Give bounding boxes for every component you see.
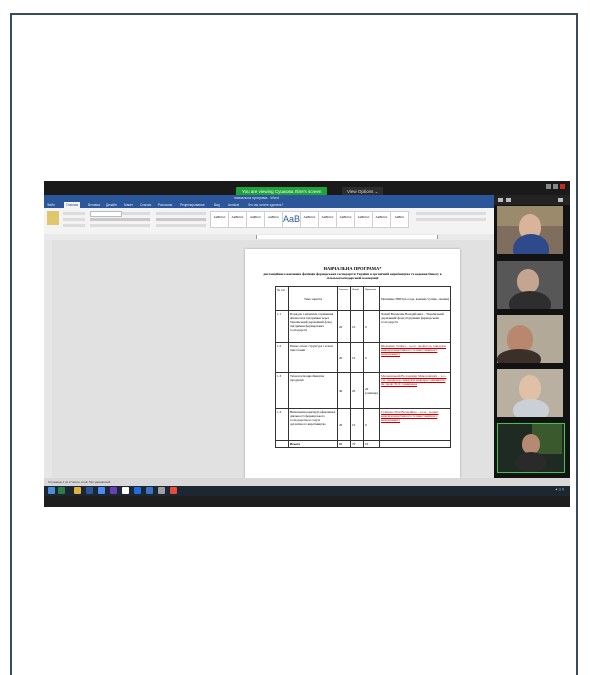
row-total: 20 bbox=[337, 342, 351, 373]
participant-video-tile[interactable] bbox=[497, 369, 563, 417]
search-icon[interactable] bbox=[58, 487, 65, 494]
acrobat-icon[interactable] bbox=[170, 487, 177, 494]
row-lectures: 70 bbox=[350, 440, 364, 448]
row-lectures: 20 bbox=[350, 372, 364, 409]
style-intense-emphasis[interactable]: AaBbCcl bbox=[354, 211, 373, 228]
row-num: 1.1 bbox=[275, 310, 289, 343]
row-total: 20 bbox=[337, 310, 351, 343]
row-topic: Всього bbox=[288, 440, 338, 448]
word-title-bar: навчальна програма - Word bbox=[44, 195, 494, 202]
row-total: 20 bbox=[337, 408, 351, 441]
row-topic: Бізнес-план: структура і етапи підготовк… bbox=[288, 342, 338, 373]
app-icon[interactable] bbox=[158, 487, 165, 494]
row-total: 80 bbox=[337, 440, 351, 448]
table-row: 1.4 Визначення критерії ефективної діяль… bbox=[275, 408, 451, 441]
grid-view-icon[interactable] bbox=[506, 198, 511, 202]
chrome-icon[interactable] bbox=[98, 487, 105, 494]
row-practical: 0 bbox=[362, 310, 381, 343]
app-icon[interactable] bbox=[122, 487, 129, 494]
zoom-window-controls[interactable] bbox=[546, 184, 566, 190]
zoom-top-bar: You are viewing Сушкова Ліля's screen Vi… bbox=[44, 181, 570, 196]
table-row: Всього 80 70 10 bbox=[275, 440, 451, 448]
zoom-app-icon[interactable] bbox=[134, 487, 141, 494]
teams-icon[interactable] bbox=[146, 487, 153, 494]
table-header-row: № з/п Тема заняття Загалом Лекції Практи… bbox=[275, 286, 451, 311]
viber-icon[interactable] bbox=[110, 487, 117, 494]
participant-video-tile[interactable] bbox=[497, 261, 563, 309]
style-strong[interactable]: AaBbCcl bbox=[372, 211, 391, 228]
zoom-participant-panel bbox=[494, 195, 570, 478]
status-text: Страница 1 из 2 Число слов: 511 украинск… bbox=[48, 480, 111, 484]
participant-video-tile[interactable] bbox=[497, 315, 563, 363]
row-practical: 10 bbox=[362, 440, 381, 448]
table-row: 1.3 Технологія виробництва продукції 40 … bbox=[275, 372, 451, 409]
row-practical: 0 bbox=[362, 342, 381, 373]
style-heading1[interactable]: AaBbCc bbox=[246, 211, 265, 228]
row-practical: 20 (семінар) bbox=[362, 372, 381, 409]
gallery-controls[interactable] bbox=[494, 195, 570, 205]
header-lectures: Лекції bbox=[350, 286, 364, 311]
row-num bbox=[275, 440, 289, 448]
table-row: 1.2 Бізнес-план: структура і етапи підго… bbox=[275, 342, 451, 373]
doc-heading: НАВЧАЛЬНА ПРОГРАМА* bbox=[323, 266, 382, 271]
screenshot-zoom-session: You are viewing Сушкова Ліля's screen Vi… bbox=[44, 181, 570, 507]
syllabus-table: № з/п Тема заняття Загалом Лекції Практи… bbox=[275, 286, 451, 448]
header-total: Загалом bbox=[337, 286, 351, 311]
row-practical: 0 bbox=[362, 408, 381, 441]
row-topic: Визначення критерії ефективної діяльност… bbox=[288, 408, 338, 441]
header-teacher: Прізвище НПП (посада, вчений ступінь, зв… bbox=[379, 286, 451, 311]
word-status-bar: Страница 1 из 2 Число слов: 511 украинск… bbox=[44, 478, 570, 486]
more-icon[interactable] bbox=[558, 198, 563, 202]
row-num: 1.3 bbox=[275, 372, 289, 409]
style-heading2[interactable]: AaBbCc bbox=[264, 211, 283, 228]
row-lectures: 10 bbox=[350, 310, 364, 343]
ribbon-home: AaBbCcl AaBbCcl AaBbCc AaBbCc AaB AaBbCc… bbox=[44, 208, 494, 235]
row-teacher: Чалий Валентин Валерійович – Український… bbox=[379, 310, 451, 343]
word-app-icon[interactable] bbox=[86, 487, 93, 494]
row-topic: Порядок і механізм отримання фінансової … bbox=[288, 310, 338, 343]
row-lectures: 10 bbox=[350, 408, 364, 441]
style-subtitle[interactable]: AaBbCcl bbox=[300, 211, 319, 228]
header-practical: Практичні bbox=[362, 286, 381, 311]
row-num: 1.2 bbox=[275, 342, 289, 373]
minimize-icon[interactable] bbox=[498, 198, 503, 202]
row-teacher: Мельницький Володимир Миколайович – д.с.… bbox=[379, 372, 451, 409]
doc-subheading: дистанційного навчання фахівців фермерсь… bbox=[263, 272, 442, 281]
font-name-box[interactable] bbox=[90, 211, 122, 217]
participant-video-tile-active[interactable] bbox=[497, 423, 565, 473]
style-quote[interactable]: AaBbC bbox=[390, 211, 409, 228]
clipboard-group[interactable] bbox=[47, 211, 59, 225]
header-num: № з/п bbox=[275, 286, 289, 311]
row-topic: Технологія виробництва продукції bbox=[288, 372, 338, 409]
word-window-title: навчальна програма - Word bbox=[234, 196, 279, 200]
header-topic: Тема заняття bbox=[288, 286, 338, 311]
participant-video-tile[interactable] bbox=[497, 206, 563, 254]
style-title[interactable]: AaB bbox=[282, 211, 301, 228]
row-teacher: Шевченко Тетяна – д.е.н., професор, заві… bbox=[379, 342, 451, 373]
style-subtle-emphasis[interactable]: AaBbCcl bbox=[318, 211, 337, 228]
explorer-icon[interactable] bbox=[74, 487, 81, 494]
windows-taskbar: ▲ ◻ )) bbox=[44, 486, 570, 496]
table-row: 1.1 Порядок і механізм отримання фінансо… bbox=[275, 310, 451, 343]
tray-clock: ▲ ◻ )) bbox=[554, 487, 564, 491]
style-normal[interactable]: AaBbCcl bbox=[210, 211, 229, 228]
row-teacher bbox=[379, 440, 451, 448]
row-total: 40 bbox=[337, 372, 351, 409]
row-lectures: 10 bbox=[350, 342, 364, 373]
start-icon[interactable] bbox=[48, 487, 55, 494]
document-page[interactable]: НАВЧАЛЬНА ПРОГРАМА* дистанційного навчан… bbox=[245, 249, 460, 478]
style-emphasis[interactable]: AaBbCcl bbox=[336, 211, 355, 228]
row-num: 1.4 bbox=[275, 408, 289, 441]
row-teacher: Сушкова Ліля Валеріївна – д.е.н., доцент… bbox=[379, 408, 451, 441]
vertical-ruler[interactable] bbox=[44, 240, 52, 478]
style-no-spacing[interactable]: AaBbCcl bbox=[228, 211, 247, 228]
